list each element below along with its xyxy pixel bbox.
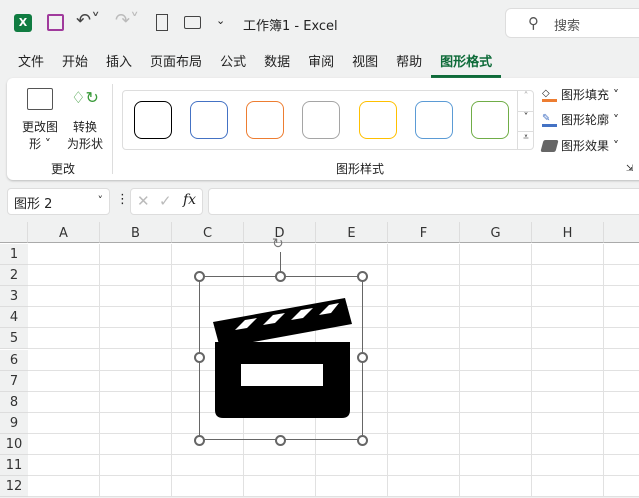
column-header-C[interactable]: C — [172, 222, 244, 243]
gridline — [28, 453, 639, 455]
change-graphic-icon — [27, 88, 53, 110]
convert-icon: ♢↻ — [71, 88, 99, 107]
name-box-value: 图形 2 — [14, 197, 53, 212]
column-header-B[interactable]: B — [100, 222, 172, 243]
gallery-scroll-up[interactable]: ˄ — [517, 91, 534, 111]
row-header-8[interactable]: 8 — [0, 391, 28, 413]
row-header-5[interactable]: 5 — [0, 328, 28, 350]
window-title: 工作簿1 - Excel — [243, 19, 338, 34]
row-header-4[interactable]: 4 — [0, 307, 28, 329]
formula-input[interactable] — [208, 188, 639, 215]
row-header-6[interactable]: 6 — [0, 349, 28, 371]
select-all-corner[interactable] — [0, 222, 28, 243]
style-swatch[interactable] — [471, 101, 509, 139]
shape-effects-button[interactable]: 图形效果 ˅ — [540, 137, 619, 154]
style-swatch[interactable] — [415, 101, 453, 139]
resize-handle[interactable] — [194, 435, 205, 446]
gridline — [28, 264, 639, 265]
tab-home[interactable]: 开始 — [53, 52, 97, 78]
fill-bucket-icon: ◇ — [542, 88, 557, 102]
enter-icon[interactable]: ✓ — [159, 192, 172, 210]
tab-insert[interactable]: 插入 — [97, 52, 141, 78]
change-shape-label: 更改图 — [21, 120, 58, 134]
shape-fill-label: 图形填充 — [561, 88, 610, 102]
column-header-H[interactable]: H — [532, 222, 604, 243]
convert-label: 转换 — [72, 120, 97, 134]
open-folder-icon[interactable] — [184, 16, 201, 29]
row-header-12[interactable]: 12 — [0, 476, 28, 498]
gridline — [28, 475, 639, 476]
column-header-E[interactable]: E — [316, 222, 388, 243]
chevron-down-icon[interactable]: ˅ — [98, 194, 104, 207]
row-header-2[interactable]: 2 — [0, 265, 28, 287]
more-icon: ⋮ — [116, 192, 129, 207]
effects-icon — [540, 139, 559, 152]
row-header-1[interactable]: 1 — [0, 244, 28, 265]
change-shape-button[interactable]: 更改图 形 ˅ — [20, 88, 60, 151]
resize-handle[interactable] — [194, 271, 205, 282]
group-divider — [112, 84, 113, 174]
tab-view[interactable]: 视图 — [343, 52, 387, 78]
clapperboard-icon — [213, 298, 352, 418]
convert-to-shape-button[interactable]: ♢↻ 转换 为形状 — [64, 88, 106, 151]
search-box[interactable]: ⚲ 搜索 — [505, 8, 639, 38]
column-header-A[interactable]: A — [28, 222, 100, 243]
resize-handle[interactable] — [357, 352, 368, 363]
tab-file[interactable]: 文件 — [9, 52, 53, 78]
resize-handle[interactable] — [275, 435, 286, 446]
convert-label-2: 为形状 — [66, 137, 103, 151]
row-header-11[interactable]: 11 — [0, 455, 28, 476]
group-change-label: 更改 — [50, 162, 75, 176]
shape-outline-label: 图形轮廓 — [561, 113, 610, 127]
outline-pen-icon: ✎ — [542, 113, 557, 127]
resize-handle[interactable] — [194, 352, 205, 363]
new-file-icon[interactable] — [156, 14, 168, 31]
search-placeholder: 搜索 — [554, 19, 581, 34]
column-header[interactable] — [604, 222, 639, 243]
style-swatch[interactable] — [190, 101, 228, 139]
tab-data[interactable]: 数据 — [255, 52, 299, 78]
row-header-3[interactable]: 3 — [0, 286, 28, 308]
cancel-icon[interactable]: ✕ — [137, 192, 150, 210]
style-swatch[interactable] — [134, 101, 172, 139]
shape-styles-gallery: ˄ ˅ ⩡ — [122, 90, 534, 150]
tab-formulas[interactable]: 公式 — [211, 52, 255, 78]
gallery-scroll-down[interactable]: ˅ — [517, 111, 534, 131]
tab-shape-format[interactable]: 图形格式 — [431, 52, 502, 78]
shape-outline-button[interactable]: ✎ 图形轮廓 ˅ — [542, 111, 619, 128]
formula-buttons: ✕ ✓ fx — [130, 188, 203, 215]
customize-qat-icon[interactable]: ⌄ — [216, 14, 225, 27]
search-icon: ⚲ — [528, 14, 539, 32]
shape-effects-label: 图形效果 — [561, 139, 610, 153]
save-icon[interactable] — [47, 14, 64, 31]
resize-handle[interactable] — [357, 435, 368, 446]
row-header-7[interactable]: 7 — [0, 370, 28, 392]
resize-handle[interactable] — [357, 271, 368, 282]
resize-handle[interactable] — [275, 271, 286, 282]
row-header-9[interactable]: 9 — [0, 412, 28, 434]
tab-help[interactable]: 帮助 — [387, 52, 431, 78]
tab-page-layout[interactable]: 页面布局 — [141, 52, 211, 78]
style-swatch[interactable] — [302, 101, 340, 139]
shape-fill-button[interactable]: ◇ 图形填充 ˅ — [542, 86, 619, 103]
row-header-10[interactable]: 10 — [0, 433, 28, 455]
style-swatch[interactable] — [359, 101, 397, 139]
name-box[interactable]: 图形 2 ˅ — [7, 188, 110, 215]
ribbon-tabs: 文件 开始 插入 页面布局 公式 数据 审阅 视图 帮助 图形格式 — [9, 52, 502, 78]
rotate-handle-icon[interactable]: ↻ — [272, 236, 284, 252]
column-header-G[interactable]: G — [460, 222, 532, 243]
tab-review[interactable]: 审阅 — [299, 52, 343, 78]
change-shape-label-2: 形 ˅ — [29, 137, 51, 151]
style-swatch[interactable] — [246, 101, 284, 139]
dialog-launcher-icon[interactable]: ⇲ — [626, 164, 634, 174]
insert-function-button[interactable]: fx — [183, 192, 196, 208]
undo-icon[interactable]: ↶˅ — [76, 10, 100, 31]
group-styles-label: 图形样式 — [335, 162, 384, 176]
excel-logo-icon: X — [14, 14, 32, 32]
gallery-more[interactable]: ⩡ — [517, 131, 534, 150]
redo-icon: ↷˅ — [115, 10, 140, 31]
gridline — [28, 496, 639, 498]
column-header-F[interactable]: F — [388, 222, 460, 243]
